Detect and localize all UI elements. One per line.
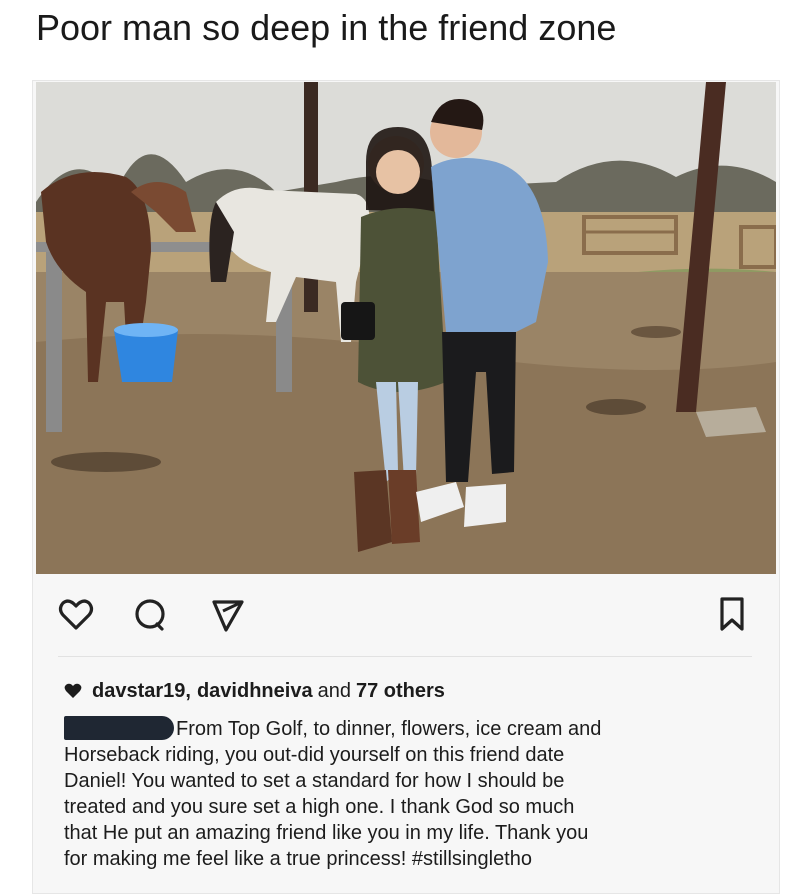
share-icon[interactable] (208, 592, 248, 636)
liked-by-row[interactable]: davstar19, davidhneiva and 77 others (64, 676, 445, 706)
caption-line: that He put an amazing friend like you i… (64, 822, 589, 844)
liked-by-user-1[interactable]: davstar19, (92, 680, 191, 703)
caption-line: Horseback riding, you out-did yourself o… (64, 744, 565, 766)
caption-line: treated and you sure set a high one. I t… (64, 796, 575, 818)
liked-by-others[interactable]: 77 others (356, 680, 445, 703)
small-heart-icon (64, 683, 82, 699)
heart-icon[interactable] (56, 592, 96, 636)
bookmark-icon[interactable] (712, 592, 752, 636)
comment-icon[interactable] (130, 592, 170, 636)
liked-by-joiner: and (317, 679, 351, 702)
post-photo[interactable] (36, 82, 776, 574)
section-divider (58, 656, 752, 657)
meme-title: Poor man so deep in the friend zone (36, 7, 617, 48)
liked-by-user-2[interactable]: davidhneiva (197, 680, 313, 703)
caption-line: Daniel! You wanted to set a standard for… (64, 770, 565, 792)
post-action-bar (36, 592, 776, 648)
redacted-username (64, 716, 174, 740)
caption-line: for making me feel like a true princess!… (64, 848, 532, 870)
post-caption: From Top Golf, to dinner, flowers, ice c… (64, 716, 764, 872)
caption-line: From Top Golf, to dinner, flowers, ice c… (64, 716, 764, 742)
caption-text: From Top Golf, to dinner, flowers, ice c… (176, 718, 602, 740)
photo-illustration (36, 82, 776, 574)
